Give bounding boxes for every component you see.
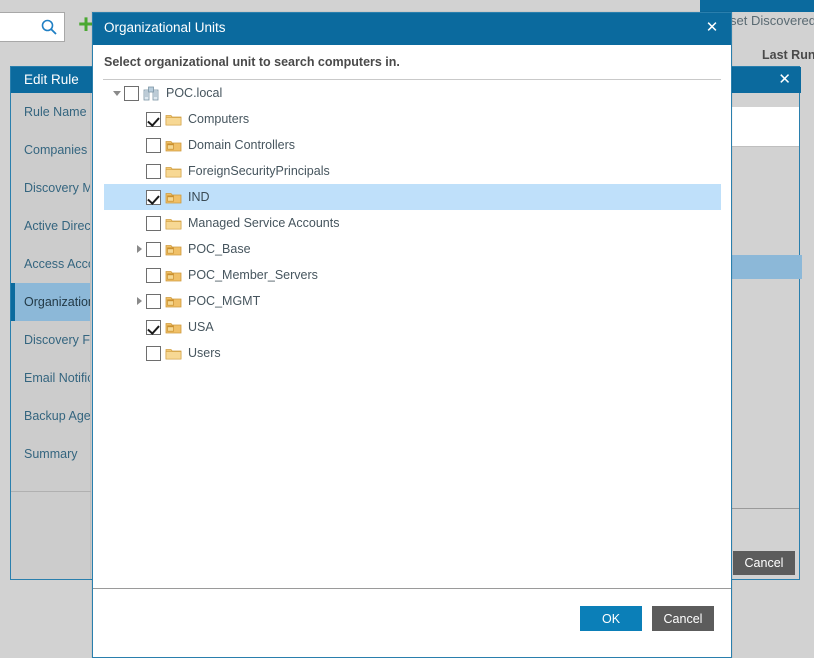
sidebar-item-discovery-filter[interactable]: Discovery Filt	[11, 321, 90, 359]
tree-item-label: Computers	[188, 112, 250, 126]
tree-row[interactable]: POC.local	[104, 80, 721, 106]
sidebar-item-summary[interactable]: Summary	[11, 435, 90, 473]
tree-row[interactable]: USA	[104, 314, 721, 340]
checkbox[interactable]	[146, 215, 161, 231]
sidebar-divider	[11, 491, 91, 492]
checkbox[interactable]	[146, 267, 161, 283]
ok-button[interactable]: OK	[580, 606, 642, 631]
dialog-title: Organizational Units	[104, 20, 226, 35]
tree-row[interactable]: Managed Service Accounts	[104, 210, 721, 236]
dialog-footer: OK Cancel	[93, 588, 731, 657]
sidebar-item-email-notification[interactable]: Email Notifica	[11, 359, 90, 397]
checkbox[interactable]	[146, 345, 161, 361]
tree-item-label: Managed Service Accounts	[188, 216, 340, 230]
sidebar-item-access-account[interactable]: Access Accou	[11, 245, 90, 283]
tree-row[interactable]: POC_MGMT	[104, 288, 721, 314]
cancel-button[interactable]: Cancel	[652, 606, 714, 631]
checkbox[interactable]	[146, 111, 161, 127]
domain-icon	[143, 86, 159, 100]
ou-folder-icon	[165, 270, 182, 281]
edit-rule-title: Edit Rule	[24, 72, 79, 87]
tree-row[interactable]: Computers	[104, 106, 721, 132]
tree-item-label: POC_Member_Servers	[188, 268, 318, 282]
tree-row[interactable]: ForeignSecurityPrincipals	[104, 158, 721, 184]
search-input[interactable]	[0, 12, 65, 42]
checkbox[interactable]	[146, 137, 161, 153]
ou-folder-icon	[165, 296, 182, 307]
checkbox[interactable]	[124, 85, 139, 101]
tree-row[interactable]: Users	[104, 340, 721, 366]
sidebar-item-backup-agent[interactable]: Backup Agent	[11, 397, 90, 435]
folder-icon	[165, 348, 182, 359]
sidebar-item-discovery-method[interactable]: Discovery Me	[11, 169, 90, 207]
ou-folder-icon	[165, 322, 182, 333]
chevron-down-icon[interactable]	[110, 80, 124, 106]
checkbox[interactable]	[146, 189, 161, 205]
dialog-subtitle: Select organizational unit to search com…	[104, 55, 400, 69]
column-header-last-run: Last Run	[762, 48, 814, 62]
search-icon	[41, 19, 57, 35]
checkbox[interactable]	[146, 241, 161, 257]
screen: + set Discovered Co Last Run Edit Rule ✕…	[0, 0, 814, 658]
ou-tree[interactable]: POC.local Computers Domain Controllers Fore…	[103, 80, 721, 588]
chevron-right-icon[interactable]	[132, 236, 146, 262]
tree-item-label: POC_MGMT	[188, 294, 261, 308]
ou-folder-icon	[165, 244, 182, 255]
tree-item-label: IND	[188, 190, 210, 204]
checkbox[interactable]	[146, 319, 161, 335]
ou-folder-icon	[165, 140, 182, 151]
checkbox[interactable]	[146, 293, 161, 309]
chevron-right-icon[interactable]	[132, 288, 146, 314]
content-secondary-button[interactable]	[722, 255, 802, 279]
tree-item-label: Users	[188, 346, 221, 360]
folder-icon	[165, 218, 182, 229]
organizational-units-dialog: Organizational Units ✕ Select organizati…	[92, 12, 732, 658]
reset-discovered-computers-label[interactable]: set Discovered Co	[730, 13, 814, 28]
close-icon[interactable]: ✕	[704, 18, 720, 36]
tree-item-label: USA	[188, 320, 214, 334]
tree-row[interactable]: POC_Member_Servers	[104, 262, 721, 288]
tree-item-label: Domain Controllers	[188, 138, 295, 152]
edit-rule-cancel-button[interactable]: Cancel	[733, 551, 795, 575]
tree-item-label: ForeignSecurityPrincipals	[188, 164, 330, 178]
folder-icon	[165, 166, 182, 177]
tree-item-label: POC_Base	[188, 242, 251, 256]
dialog-titlebar: Organizational Units ✕	[93, 13, 731, 45]
sidebar-item-companies[interactable]: Companies	[11, 131, 90, 169]
folder-icon	[165, 114, 182, 125]
tree-item-label: POC.local	[166, 86, 223, 100]
sidebar-item-organizational-units[interactable]: Organizationa	[11, 283, 90, 321]
tree-row[interactable]: IND	[104, 184, 721, 210]
ou-folder-icon	[165, 192, 182, 203]
tree-row[interactable]: Domain Controllers	[104, 132, 721, 158]
tree-row[interactable]: POC_Base	[104, 236, 721, 262]
checkbox[interactable]	[146, 163, 161, 179]
sidebar-item-active-directory[interactable]: Active Directo	[11, 207, 90, 245]
background-top-blue-bar	[700, 0, 814, 12]
sidebar-item-rule-name[interactable]: Rule Name	[11, 93, 90, 131]
edit-rule-close-icon[interactable]: ✕	[778, 71, 791, 87]
edit-rule-sidebar: Rule Name Companies Discovery Me Active …	[11, 93, 91, 579]
